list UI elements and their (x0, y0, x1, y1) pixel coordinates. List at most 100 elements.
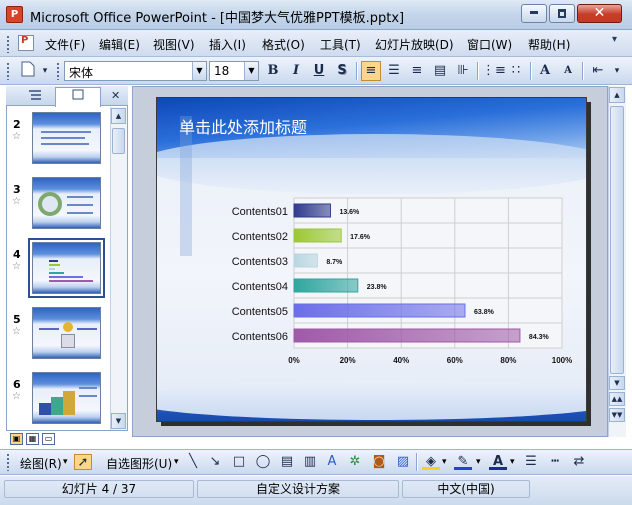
slide-thumbnail-6[interactable] (32, 372, 101, 424)
menu-file[interactable]: 文件(F) (45, 36, 85, 53)
pointer-icon[interactable]: ➚ (74, 454, 92, 470)
slide-title-placeholder[interactable]: 单击此处添加标题 (179, 114, 307, 138)
italic-button[interactable]: I (286, 61, 306, 81)
wordart-icon[interactable]: A (323, 454, 341, 470)
bar-chart[interactable]: Contents01 13.6% Contents02 17.6% Contents03… (222, 191, 582, 367)
line-icon[interactable]: ╲ (184, 454, 202, 470)
slide-thumbnail-5[interactable] (32, 307, 101, 359)
menu-grip[interactable] (6, 35, 10, 53)
slides-icon (72, 89, 84, 100)
document-icon[interactable] (18, 35, 34, 51)
thumb-step (39, 403, 51, 415)
scroll-down-icon[interactable]: ▼ (111, 413, 126, 429)
bar-contents03 (293, 253, 318, 268)
distribute-icon[interactable]: ▤ (430, 61, 450, 81)
powerpoint-app-icon[interactable]: P (6, 6, 23, 23)
category-label: Contents03 (232, 256, 288, 268)
scroll-thumb[interactable] (112, 128, 125, 154)
line-style-icon[interactable]: ☰ (522, 454, 540, 470)
thumb-line (39, 328, 59, 330)
diagram-icon[interactable]: ✲ (346, 454, 364, 470)
font-size-value: 18 (214, 64, 230, 78)
slides-tab[interactable] (55, 87, 101, 107)
menu-format[interactable]: 格式(O) (262, 36, 305, 53)
value-label: 8.7% (326, 259, 343, 266)
autoshapes-dropdown-icon[interactable]: ▾ (174, 457, 179, 467)
picture-icon[interactable]: ▨ (394, 454, 412, 470)
font-color-dropdown-icon[interactable]: ▾ (510, 457, 515, 467)
menu-help[interactable]: 帮助(H) (528, 36, 570, 53)
scroll-up-icon[interactable]: ▲ (609, 87, 625, 103)
scroll-thumb[interactable] (610, 106, 624, 374)
toolbar-separator (530, 62, 531, 80)
center-icon[interactable]: ☰ (384, 61, 404, 81)
toolbar-grip-2[interactable] (56, 62, 60, 80)
bullets-icon[interactable]: ∷ (506, 61, 526, 81)
underline-button[interactable]: U (309, 61, 329, 81)
autoshapes-menu-button[interactable]: 自选图形(U) (106, 455, 172, 472)
clipart-icon[interactable]: ◙ (370, 454, 388, 470)
shadow-button[interactable]: S (332, 61, 352, 81)
menu-slideshow[interactable]: 幻灯片放映(D) (375, 36, 454, 53)
slide-thumbnail-3[interactable] (32, 177, 101, 229)
scroll-up-icon[interactable]: ▲ (111, 108, 126, 124)
menu-edit[interactable]: 编辑(E) (99, 36, 140, 53)
menu-options-icon[interactable]: ▾ (612, 34, 617, 45)
bar-contents01 (293, 203, 331, 218)
fill-color-icon[interactable]: ◈ (422, 454, 440, 470)
menu-view[interactable]: 视图(V) (153, 36, 195, 53)
outline-tab[interactable] (28, 89, 42, 104)
line-color-icon[interactable]: ✎ (454, 454, 472, 470)
draw-dropdown-icon[interactable]: ▾ (63, 457, 68, 467)
align-left-icon[interactable]: ≡ (361, 61, 381, 81)
increase-font-icon[interactable]: A (535, 61, 555, 81)
maximize-button[interactable] (549, 4, 575, 23)
category-label: Contents04 (232, 281, 288, 293)
value-label: 17.6% (350, 234, 371, 241)
font-size-select[interactable]: 18 ▼ (209, 61, 259, 81)
toolbar-grip[interactable] (6, 62, 10, 80)
decrease-font-icon[interactable]: A (558, 61, 578, 81)
menu-tools[interactable]: 工具(T) (320, 36, 361, 53)
slide-number: 6 (13, 378, 21, 391)
slide-thumbnail-2[interactable] (32, 112, 101, 164)
chevron-down-icon[interactable]: ▼ (244, 62, 258, 80)
font-color-icon[interactable]: A (489, 454, 507, 470)
next-slide-icon[interactable]: ▼▼ (609, 408, 625, 422)
slideshow-view-icon[interactable]: ▭ (42, 433, 55, 445)
toolbar-overflow-icon[interactable]: ▾ (611, 61, 623, 81)
animation-star-icon: ☆ (12, 261, 21, 272)
new-document-icon[interactable] (18, 61, 38, 81)
normal-view-icon[interactable]: ▣ (10, 433, 23, 445)
fill-color-dropdown-icon[interactable]: ▾ (442, 457, 447, 467)
textbox-icon[interactable]: ▤ (278, 454, 296, 470)
previous-slide-icon[interactable]: ▲▲ (609, 392, 625, 406)
vertical-textbox-icon[interactable]: ▥ (301, 454, 319, 470)
dash-style-icon[interactable]: ┅ (546, 454, 564, 470)
close-pane-icon[interactable]: ✕ (111, 89, 120, 102)
maximize-icon (558, 9, 566, 18)
slide-sorter-view-icon[interactable]: ▦ (26, 433, 39, 445)
bold-button[interactable]: B (263, 61, 283, 81)
scroll-down-icon[interactable]: ▼ (609, 376, 625, 390)
rectangle-icon[interactable]: □ (230, 454, 248, 470)
slide-thumbnail-4[interactable] (28, 238, 105, 298)
toolbar-options-icon[interactable]: ▾ (39, 61, 51, 81)
slides-pane-scrollbar[interactable] (110, 107, 127, 430)
close-button[interactable]: ✕ (577, 4, 622, 23)
menu-window[interactable]: 窗口(W) (467, 36, 512, 53)
arrow-style-icon[interactable]: ⇄ (570, 454, 588, 470)
drawing-toolbar-grip[interactable] (6, 453, 10, 471)
chevron-down-icon[interactable]: ▼ (192, 62, 206, 80)
arrow-icon[interactable]: ↘ (206, 454, 224, 470)
numbering-icon[interactable]: ⋮≡ (482, 61, 506, 81)
line-color-dropdown-icon[interactable]: ▾ (476, 457, 481, 467)
menu-insert[interactable]: 插入(I) (209, 36, 246, 53)
font-name-select[interactable]: 宋体 ▼ (64, 61, 207, 81)
align-right-icon[interactable]: ≡ (407, 61, 427, 81)
oval-icon[interactable]: ◯ (254, 454, 272, 470)
indent-icon[interactable]: ⇤ (588, 61, 608, 81)
column-distribute-icon[interactable]: ⊪ (453, 61, 473, 81)
draw-menu-button[interactable]: 绘图(R) (20, 455, 62, 472)
minimize-button[interactable] (521, 4, 547, 23)
